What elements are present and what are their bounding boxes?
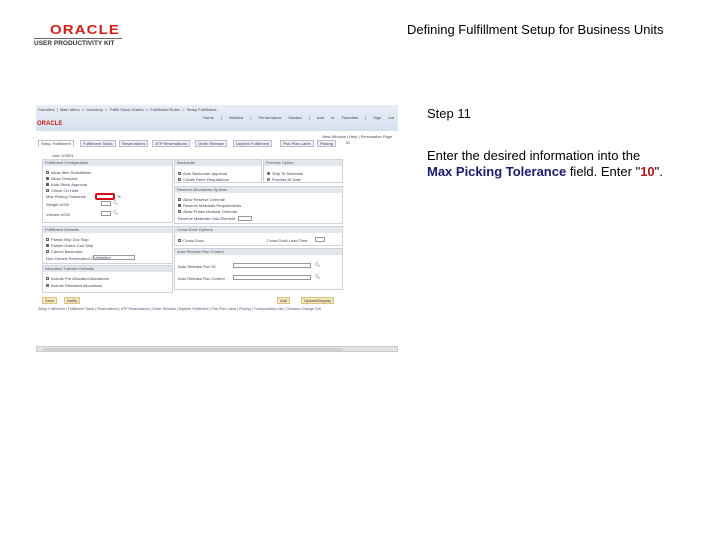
nav-worklist[interactable]: Worklist: [229, 115, 243, 120]
cancel-backorder-checkbox[interactable]: Cancel Backorder: [46, 249, 83, 254]
fulfillment-defaults-section: Fulfillment Defaults Partial Ship Doc Sk…: [42, 226, 173, 264]
tab-pick-plan-label[interactable]: Pick Plan Label: [280, 140, 314, 147]
top-nav: Home | Worklist | Performance Monitor | …: [203, 115, 394, 120]
section-title: Fulfillment Configuration: [43, 160, 172, 166]
tab-reservations[interactable]: Reservations: [119, 140, 149, 147]
page-links[interactable]: New Window | Help | Personalize Page: [323, 134, 392, 139]
run-control-label: Auto Release Run Control: [178, 276, 225, 281]
breadcrumb-fulfill[interactable]: Fulfill Stock Orders: [110, 107, 144, 112]
update-display-button[interactable]: Update/Display: [301, 297, 335, 304]
create-refer-checkbox[interactable]: Create Refer Requisitions: [178, 177, 229, 182]
save-button[interactable]: Save: [42, 297, 58, 304]
include-pre-allocated-checkbox[interactable]: Include Pre Allocated Allocations: [46, 276, 109, 281]
reservation-credit-select[interactable]: Unlimited: [93, 255, 135, 260]
reserve-materials-checkbox[interactable]: Reserve Materials Requirements: [178, 203, 241, 208]
instruction-text: Enter the desired information into the M…: [427, 148, 663, 179]
tab-picking[interactable]: Picking: [317, 140, 336, 147]
section-title: Cross Dock Options: [175, 227, 342, 233]
reservations-section: Reserve Allocations Options Allow Reserv…: [174, 186, 343, 224]
footer-links[interactable]: Setup Fulfillment | Fulfillment Tasks | …: [38, 307, 321, 311]
scrollbar-thumb[interactable]: [43, 348, 343, 351]
max-picking-tolerance-input[interactable]: [95, 193, 115, 200]
lookup-icon[interactable]: 🔍︎: [113, 210, 118, 215]
unit-value: US001: [61, 153, 74, 158]
breadcrumb-rules[interactable]: Fulfillment Rules: [150, 107, 180, 112]
auto-release-section: Auto Release Run Control Auto Release Ru…: [174, 248, 343, 290]
promise-at-date-radio[interactable]: Promise At Date: [267, 177, 301, 182]
partial-orders-checkbox[interactable]: Partial Orders Can Ship: [46, 243, 93, 248]
cross-dock-checkbox[interactable]: Cross Dock: [178, 238, 204, 243]
tab-deplete-fulfillment[interactable]: Deplete Fulfillment: [233, 140, 273, 147]
field-name: Max Picking Tolerance: [427, 164, 567, 179]
upk-logo-text: USER PRODUCTIVITY KIT: [34, 38, 122, 47]
backorder-section: Backorder Auto Backorder Approval Create…: [174, 159, 262, 183]
section-title: Promise Option: [264, 160, 342, 166]
auto-backorder-checkbox[interactable]: Auto Backorder Approval: [178, 171, 227, 176]
calc-element-label: Reserve Materials Calc Element: [178, 216, 236, 221]
cross-dock-section: Cross Dock Options Cross Dock Cross Dock…: [174, 226, 343, 246]
nav-favorites[interactable]: Add to Favorites: [317, 115, 358, 120]
nav-performance[interactable]: Performance Monitor: [259, 115, 302, 120]
application-screenshot: Favorites | Main Menu > Inventory > Fulf…: [36, 105, 398, 355]
nav-signout[interactable]: Sign out: [373, 115, 394, 120]
weight-uom-label: Weight UOM: [46, 202, 69, 207]
section-title: Backorder: [175, 160, 261, 166]
oracle-logo: ORACLE: [50, 22, 121, 37]
section-title: Reserve Allocations Options: [175, 187, 342, 193]
lookup-icon[interactable]: 🔍︎: [315, 262, 320, 267]
app-brand: ORACLE: [37, 121, 63, 127]
auto-stock-approval-checkbox[interactable]: Auto Stock Approval: [46, 182, 87, 187]
tab-id[interactable]: ID: [344, 140, 352, 147]
breadcrumb-inventory[interactable]: Inventory: [87, 107, 103, 112]
step-label: Step 11: [427, 106, 471, 121]
run-id-input[interactable]: [233, 263, 311, 268]
run-id-label: Auto Release Run ID: [178, 264, 216, 269]
tab-fulfillment-tasks[interactable]: Fulfillment Tasks: [80, 140, 116, 147]
promise-option-section: Promise Option Ship To Schedule Promise …: [263, 159, 343, 183]
tab-setup-fulfillment[interactable]: Setup Fulfillment: [38, 140, 74, 147]
ship-to-schedule-radio[interactable]: Ship To Schedule: [267, 171, 303, 176]
breadcrumb-favorites[interactable]: Favorites: [38, 107, 54, 112]
lookup-icon[interactable]: 🔍︎: [113, 200, 118, 205]
include-released-checkbox[interactable]: Include Released Allocations: [46, 283, 102, 288]
allocation-section: Allocation Transfer Defaults Include Pre…: [42, 265, 173, 293]
horizontal-scrollbar[interactable]: [36, 346, 398, 352]
cross-dock-lead-time-label: Cross Dock Lead Time: [267, 238, 308, 243]
breadcrumb: Favorites | Main Menu > Inventory > Fulf…: [38, 107, 217, 112]
weight-uom-input[interactable]: [101, 201, 111, 206]
lookup-icon[interactable]: 🔍︎: [315, 274, 320, 279]
percent-label: %: [117, 194, 121, 199]
tab-order-release[interactable]: Order Release: [195, 140, 228, 147]
breadcrumb-setup[interactable]: Setup Fulfillment: [187, 107, 217, 112]
cross-dock-lead-time-input[interactable]: [315, 237, 325, 242]
calc-element-input[interactable]: [238, 216, 252, 221]
run-control-input[interactable]: [233, 275, 311, 280]
section-title: Fulfillment Defaults: [43, 227, 172, 233]
add-button[interactable]: Add: [277, 297, 291, 304]
allow-reserve-override-checkbox[interactable]: Allow Reserve Override: [178, 197, 225, 202]
partial-ship-checkbox[interactable]: Partial Ship Doc Skip: [46, 237, 89, 242]
check-on-hold-checkbox[interactable]: Check On Hold: [46, 188, 78, 193]
volume-uom-label: Volume UOM: [46, 212, 70, 217]
notify-button[interactable]: Notify: [64, 297, 81, 304]
volume-uom-input[interactable]: [101, 211, 111, 216]
section-title: Auto Release Run Control: [175, 249, 342, 255]
breadcrumb-main-menu[interactable]: Main Menu: [60, 107, 80, 112]
unit-label: Unit: US001: [52, 153, 74, 158]
allow-item-substitution-checkbox[interactable]: Allow Item Substitution: [46, 170, 91, 175]
nav-home[interactable]: Home: [203, 115, 214, 120]
fulfillment-config-section: Fulfillment Configuration Allow Item Sub…: [42, 159, 173, 223]
allow-phase-override-checkbox[interactable]: Allow Phase Modular Override: [178, 209, 237, 214]
section-title: Allocation Transfer Defaults: [43, 266, 172, 272]
page-title: Defining Fulfillment Setup for Business …: [407, 22, 664, 37]
tab-atp-reservations[interactable]: ATP Reservations: [152, 140, 190, 147]
allow-overpick-checkbox[interactable]: Allow Overpick: [46, 176, 77, 181]
max-picking-tolerance-label: Max Picking Tolerance: [46, 194, 86, 199]
entry-value: 10: [640, 164, 655, 179]
